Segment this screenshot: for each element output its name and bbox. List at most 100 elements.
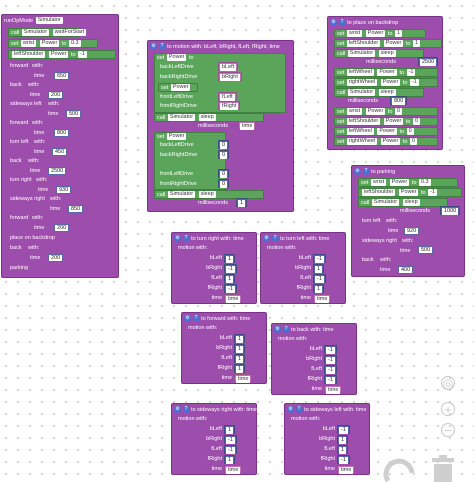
help-icon[interactable]: ? xyxy=(362,168,370,176)
function-sideways-right[interactable]: ⚙ ? to sideways right with: time motion w… xyxy=(171,403,257,475)
motion-value[interactable]: 1 xyxy=(234,344,246,353)
call-place-on-backdrop[interactable]: place on backdrop xyxy=(10,234,55,243)
set-leftwheel-zero[interactable]: set leftWheel Power to 0 xyxy=(334,127,438,136)
motion-value[interactable]: 1 xyxy=(337,435,349,444)
call-sleep-2[interactable]: call Simulator sleep xyxy=(154,190,264,199)
set-backleftdrive-zero[interactable]: backLeftDrive xyxy=(160,141,194,150)
param-bleft[interactable]: bLeft xyxy=(218,62,239,71)
motion-value[interactable]: -1 xyxy=(224,435,237,444)
gear-icon[interactable]: ⚙ xyxy=(274,326,281,334)
motion-value[interactable]: 1 xyxy=(234,334,246,343)
set-rightwheel[interactable]: set rightWheel Power to -1 xyxy=(334,78,438,87)
motion-value[interactable]: -1 xyxy=(324,365,337,374)
forward-time-value-3[interactable]: 200 xyxy=(54,224,70,232)
function-turn-left[interactable]: ⚙ ? to turn left with: time motion with: b… xyxy=(260,232,346,304)
sleep-ms-value[interactable]: 1 xyxy=(236,198,248,207)
time-arg[interactable]: time xyxy=(313,294,332,303)
param-fright[interactable]: fRight xyxy=(218,101,241,110)
back-time-value-3[interactable]: 200 xyxy=(48,254,64,262)
motion-value[interactable]: -1 xyxy=(337,425,350,434)
call-sleep-2[interactable]: call Simulator sleep xyxy=(334,88,424,97)
set-rightwheel-zero[interactable]: set rightWheel Power to 0 xyxy=(334,137,438,146)
motion-value[interactable]: 1 xyxy=(234,364,246,373)
sideways-right-time-value[interactable]: 850 xyxy=(68,205,84,213)
help-icon[interactable]: ? xyxy=(282,326,290,334)
sideways-left-time-value[interactable]: 500 xyxy=(66,110,82,118)
motion-value[interactable]: 1 xyxy=(224,425,236,434)
motion-value[interactable]: -1 xyxy=(324,375,337,384)
back-time-value-2[interactable]: 2500 xyxy=(48,167,67,175)
motion-value[interactable]: -1 xyxy=(224,445,237,454)
turn-left-time-value[interactable]: 450 xyxy=(52,148,68,156)
function-forward[interactable]: ⚙ ? to forward with: time motion with: bLe… xyxy=(181,312,267,384)
motion-value[interactable]: -1 xyxy=(224,264,237,273)
call-turn-left[interactable]: turn left xyxy=(362,217,380,226)
set-frontleftdrive-zero[interactable]: frontLeftDrive xyxy=(160,170,193,179)
back-time-value[interactable]: 200 xyxy=(48,91,64,99)
zoom-out-icon[interactable]: − xyxy=(441,423,455,437)
motion-value[interactable]: 1 xyxy=(234,354,246,363)
time-arg[interactable]: time xyxy=(234,374,253,383)
function-turn-right[interactable]: ⚙ ? to turn right with: time motion with:… xyxy=(171,232,257,304)
set-frontleftdrive[interactable]: frontLeftDrive xyxy=(160,93,193,102)
sleep-ms-2[interactable]: 800 xyxy=(390,96,408,105)
motion-value[interactable]: -1 xyxy=(324,345,337,354)
call-sideways-right[interactable]: sideways right xyxy=(362,237,397,246)
set-shoulder-power[interactable]: leftShoulder Power to -1 xyxy=(8,50,116,59)
function-sideways-left[interactable]: ⚙ ? to sideways left with: time motion wi… xyxy=(284,403,370,475)
help-icon[interactable]: ? xyxy=(295,406,303,414)
set-shoulder-zero[interactable]: set leftShoulder Power to 0 xyxy=(334,117,438,126)
motion-value[interactable]: -1 xyxy=(313,274,326,283)
zoom-in-icon[interactable]: + xyxy=(441,402,455,416)
gear-icon[interactable]: ⚙ xyxy=(287,406,294,414)
param-fleft[interactable]: fLeft xyxy=(218,92,237,101)
set-leftwheel[interactable]: set leftWheel Power to -1 xyxy=(334,68,438,77)
gear-icon[interactable]: ⚙ xyxy=(174,406,181,414)
zero-value-4[interactable]: 0 xyxy=(218,179,230,188)
help-icon[interactable]: ? xyxy=(182,235,190,243)
set-shoulder[interactable]: leftShoulder Power to -1 xyxy=(358,188,462,197)
time-arg[interactable]: time xyxy=(224,465,243,474)
motion-value[interactable]: 1 xyxy=(224,254,236,263)
time-arg[interactable]: time xyxy=(224,294,243,303)
call-sleep-1[interactable]: call Simulator sleep xyxy=(334,49,424,58)
motion-value[interactable]: -1 xyxy=(224,284,237,293)
zero-value-3[interactable]: 0 xyxy=(218,169,230,178)
trash-icon[interactable] xyxy=(430,455,456,482)
help-icon[interactable]: ? xyxy=(182,406,190,414)
set-frontrightdrive-zero[interactable]: frontRightDrive xyxy=(160,180,197,189)
sleep-ms[interactable]: 1000 xyxy=(440,206,461,215)
runopmode-class-field[interactable]: Simulator xyxy=(35,17,63,25)
motion-value[interactable]: 1 xyxy=(337,445,349,454)
gear-icon[interactable]: ⚙ xyxy=(354,168,361,176)
gear-icon[interactable]: ⚙ xyxy=(263,235,270,243)
forward-time-value[interactable]: 650 xyxy=(54,72,70,80)
param-time[interactable]: time xyxy=(238,121,257,130)
set-backleftdrive[interactable]: backLeftDrive xyxy=(160,63,194,72)
help-icon[interactable]: ? xyxy=(158,43,166,51)
gear-icon[interactable]: ⚙ xyxy=(150,43,157,51)
set-shoulder[interactable]: set leftShoulder Power to 1 xyxy=(334,39,442,48)
gear-icon[interactable]: ⚙ xyxy=(330,19,337,27)
motion-value[interactable]: -1 xyxy=(337,455,350,464)
function-back[interactable]: ⚙ ? to back with: time motion with: bLeft -… xyxy=(271,323,357,395)
call-parking[interactable]: parking xyxy=(10,264,28,273)
motion-value[interactable]: 1 xyxy=(224,455,236,464)
forward-time-value-2[interactable]: 800 xyxy=(54,129,70,137)
help-icon[interactable]: ? xyxy=(338,19,346,27)
motion-value[interactable]: 1 xyxy=(224,274,236,283)
call-back[interactable]: back xyxy=(362,256,374,265)
motion-value[interactable]: -1 xyxy=(313,254,326,263)
turn-left-time-value[interactable]: 920 xyxy=(404,227,420,235)
set-frontrightdrive[interactable]: frontRightDrive xyxy=(160,102,197,111)
param-bright[interactable]: bRight xyxy=(218,72,242,81)
set-wrist-power[interactable]: set wrist Power to 0.3 xyxy=(8,39,98,48)
parking-block[interactable]: ⚙ ? to parking set wrist Power to 0.3 le… xyxy=(351,165,465,277)
call-sleep[interactable]: call Simulator sleep xyxy=(358,198,448,207)
turn-right-time-value[interactable]: 930 xyxy=(56,186,72,194)
help-icon[interactable]: ? xyxy=(192,315,200,323)
zero-value-2[interactable]: 0 xyxy=(218,150,230,159)
motion-function-block[interactable]: ⚙ ? to motion with: bLeft, bRight, fLeft… xyxy=(147,40,294,212)
sleep-ms-1[interactable]: 2500 xyxy=(418,57,439,66)
set-wrist[interactable]: set wrist Power to 0.3 xyxy=(358,178,458,187)
